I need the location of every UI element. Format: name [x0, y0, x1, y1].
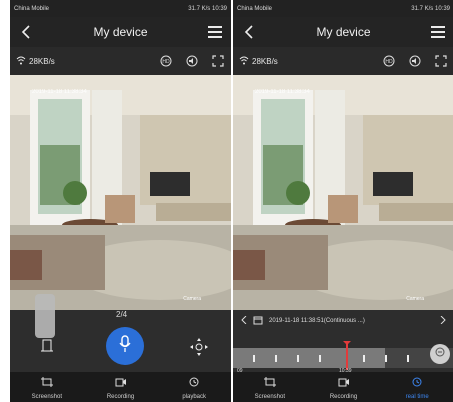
menu-icon[interactable] — [205, 22, 225, 42]
timeline-zoom-button[interactable] — [430, 344, 450, 364]
timeline-tick — [253, 355, 255, 362]
bottom-tabs: Screenshot Recording real time — [233, 372, 453, 402]
back-icon[interactable] — [239, 22, 259, 42]
fullscreen-icon[interactable] — [434, 54, 448, 68]
video-timestamp: 2019-11-18 11:38:34 — [255, 89, 310, 95]
playback-date: 2019-11-18 11:38:51(Continuous ...) — [269, 318, 365, 324]
zoom-icon — [434, 345, 446, 363]
camera-label: Camera — [406, 296, 424, 302]
timeline-tick — [385, 355, 387, 362]
back-icon[interactable] — [16, 22, 36, 42]
header-bar: My device — [10, 17, 231, 47]
camera-video-feed[interactable]: 2019-11-18 11:38:34 Camera — [10, 75, 231, 310]
header-bar: My device — [233, 17, 453, 47]
tab-recording[interactable]: Recording — [307, 372, 381, 402]
hd-icon[interactable]: HD — [382, 54, 396, 68]
channel-counter: 2/4 — [116, 310, 128, 319]
prev-day-icon[interactable] — [241, 315, 247, 326]
date-bar: 2019-11-18 11:38:51(Continuous ...) — [233, 310, 453, 332]
tab-recording[interactable]: Recording — [84, 372, 158, 402]
next-day-icon[interactable] — [440, 315, 446, 326]
speed-label: 28KB/s — [29, 56, 55, 66]
speed-label: 28KB/s — [252, 56, 278, 66]
svg-text:HD: HD — [385, 59, 393, 65]
status-bar: China Mobile 31.7 K/s 10:39 — [233, 0, 453, 17]
carrier-label: China Mobile — [237, 5, 273, 12]
status-right: 31.7 K/s 10:39 — [188, 5, 227, 12]
carrier-label: China Mobile — [14, 5, 50, 12]
live-icon — [411, 374, 423, 392]
playback-icon — [188, 374, 200, 392]
microphone-icon — [118, 334, 132, 358]
crop-icon — [263, 374, 276, 392]
page-title: My device — [316, 25, 371, 39]
tab-playback[interactable]: playback — [157, 372, 231, 402]
timeline-tick — [297, 355, 299, 362]
timeline-cursor[interactable] — [343, 341, 351, 370]
record-icon — [115, 374, 127, 392]
info-bar: 28KB/s HD — [10, 47, 231, 75]
live-view-screen: China Mobile 31.7 K/s 10:39 My device 28… — [10, 0, 231, 402]
speaker-icon[interactable] — [408, 54, 422, 68]
timeline-tick — [319, 355, 321, 362]
svg-text:HD: HD — [162, 59, 170, 65]
video-timestamp: 2019-11-18 11:38:34 — [32, 89, 87, 95]
camera-video-feed[interactable]: 2019-11-18 11:38:34 Camera — [233, 75, 453, 310]
crop-icon — [40, 374, 53, 392]
playback-screen: China Mobile 31.7 K/s 10:39 My device 28… — [233, 0, 453, 402]
status-right: 31.7 K/s 10:39 — [411, 5, 450, 12]
talk-button[interactable] — [106, 327, 144, 365]
hd-icon[interactable]: HD — [159, 54, 173, 68]
bottom-tabs: Screenshot Recording playback — [10, 372, 231, 402]
playback-timeline[interactable] — [233, 341, 453, 370]
tab-real-time[interactable]: real time — [380, 372, 453, 402]
wifi-icon — [16, 56, 26, 67]
status-bar: China Mobile 31.7 K/s 10:39 — [10, 0, 231, 17]
calendar-icon[interactable] — [253, 315, 263, 327]
record-icon — [338, 374, 350, 392]
door-icon[interactable] — [40, 338, 58, 356]
info-bar: 28KB/s HD — [233, 47, 453, 75]
timeline-tick — [407, 355, 409, 362]
timeline-tick — [363, 355, 365, 362]
speaker-icon[interactable] — [185, 54, 199, 68]
page-title: My device — [93, 25, 148, 39]
playback-panel: 2019-11-18 11:38:51(Continuous ...) 09 1… — [233, 310, 453, 374]
fullscreen-icon[interactable] — [211, 54, 225, 68]
ptz-direction-icon[interactable] — [190, 338, 208, 356]
timeline-tick — [275, 355, 277, 362]
control-panel: 2/4 — [10, 294, 231, 372]
volume-slider[interactable] — [35, 294, 55, 338]
tab-screenshot[interactable]: Screenshot — [233, 372, 307, 402]
menu-icon[interactable] — [428, 22, 448, 42]
wifi-icon — [239, 56, 249, 67]
camera-label: Camera — [183, 296, 201, 302]
tab-screenshot[interactable]: Screenshot — [10, 372, 84, 402]
